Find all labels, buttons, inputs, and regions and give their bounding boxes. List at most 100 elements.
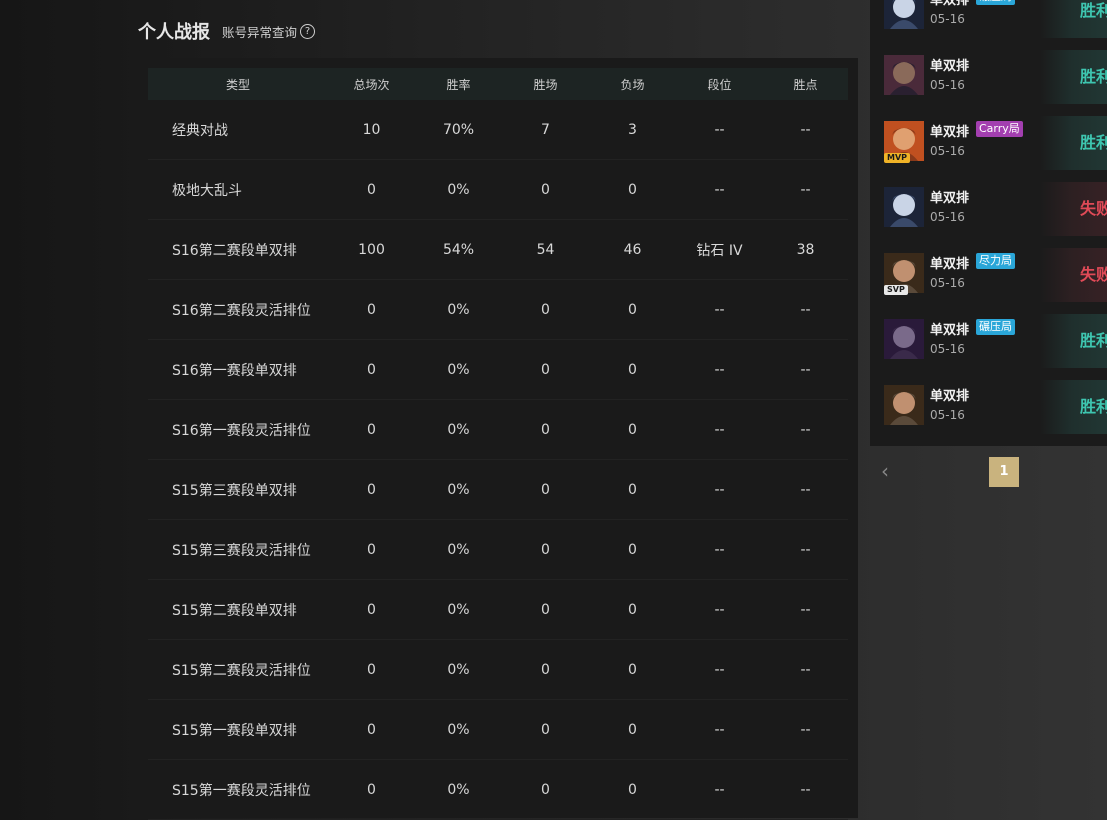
match-date: 05-16 <box>930 210 965 224</box>
table-cell: 0% <box>415 579 502 640</box>
row-type-label: S15第二赛段单双排 <box>148 579 328 640</box>
column-header: 类型 <box>225 77 250 92</box>
match-date: 05-16 <box>930 12 965 26</box>
table-cell: 0% <box>415 339 502 400</box>
table-cell: 7 <box>502 100 589 160</box>
row-type-label: S15第一赛段单双排 <box>148 699 328 760</box>
row-type-label: S15第三赛段灵活排位 <box>148 519 328 580</box>
table-cell: 0% <box>415 639 502 700</box>
table-cell: 0 <box>328 519 415 580</box>
result-win: 胜利 <box>1040 314 1107 368</box>
match-item[interactable]: 单双排 05-16 胜利 <box>870 46 1107 112</box>
match-mode: 单双排 <box>930 59 970 74</box>
table-body: 经典对战 10 70% 7 3 -- -- 极地大乱斗 0 0% 0 0 -- -- S16第二赛段单双排 1… <box>148 100 848 820</box>
table-cell: -- <box>763 699 848 760</box>
result-win: 胜利 <box>1040 380 1107 434</box>
table-cell: 0% <box>415 699 502 760</box>
page-button-current[interactable]: 1 <box>989 457 1019 487</box>
table-cell: -- <box>763 159 848 220</box>
table-cell: 70% <box>415 100 502 160</box>
table-row: S15第一赛段单双排 0 0% 0 0 -- -- <box>148 699 848 760</box>
table-cell: 0 <box>328 399 415 460</box>
column-header: 段位 <box>707 77 732 92</box>
table-cell: 0 <box>589 579 676 640</box>
chevron-left-icon: ‹ <box>881 459 889 483</box>
champion-avatar <box>884 385 924 425</box>
match-item[interactable]: MVP 单双排 Carry局 05-16 胜利 <box>870 112 1107 178</box>
table-cell: -- <box>763 279 848 340</box>
table-cell: 0 <box>502 759 589 820</box>
table-cell: -- <box>763 759 848 820</box>
match-item[interactable]: 单双排碾压局05-16胜利 <box>870 0 1107 46</box>
help-icon[interactable]: ? <box>300 23 316 39</box>
table-cell: 0 <box>328 699 415 760</box>
table-cell: -- <box>763 100 848 160</box>
table-cell: -- <box>676 100 763 160</box>
table-cell: 0 <box>328 159 415 220</box>
match-date: 05-16 <box>930 276 965 290</box>
result-win: 胜利 <box>1040 50 1107 104</box>
table-cell: 0% <box>415 159 502 220</box>
match-item[interactable]: 单双排 05-16 失败 <box>870 178 1107 244</box>
row-type-label: S16第二赛段灵活排位 <box>148 279 328 340</box>
table-cell: -- <box>676 759 763 820</box>
table-cell: 0% <box>415 399 502 460</box>
column-header: 总场次 <box>353 77 390 92</box>
result-win: 胜利 <box>1040 116 1107 170</box>
table-cell: -- <box>763 459 848 520</box>
table-cell: 0 <box>502 459 589 520</box>
match-item[interactable]: 单双排碾压局05-16胜利 <box>870 310 1107 376</box>
table-cell: -- <box>763 339 848 400</box>
match-mode: 单双排 <box>930 0 970 8</box>
table-cell: -- <box>676 279 763 340</box>
table-cell: 46 <box>589 219 676 280</box>
table-cell: 0 <box>502 699 589 760</box>
prev-page-button[interactable]: ‹ <box>870 457 900 487</box>
match-history-list: 单双排碾压局05-16胜利单双排05-16胜利MVP单双排Carry局05-16… <box>870 0 1107 446</box>
table-cell: 0% <box>415 519 502 580</box>
table-row: S16第一赛段单双排 0 0% 0 0 -- -- <box>148 339 848 400</box>
page-title: 个人战报 <box>138 22 210 43</box>
table-row: S16第二赛段灵活排位 0 0% 0 0 -- -- <box>148 279 848 340</box>
match-item[interactable]: SVP 单双排 尽力局 05-16 失败 <box>870 244 1107 310</box>
table-cell: 0% <box>415 759 502 820</box>
match-mode: 单双排 <box>930 323 970 338</box>
row-type-label: 极地大乱斗 <box>148 159 328 220</box>
account-anomaly-query-link[interactable]: 账号异常查询 ? <box>222 22 316 41</box>
table-cell: 0 <box>502 159 589 220</box>
champion-avatar <box>884 187 924 227</box>
table-cell: -- <box>763 399 848 460</box>
match-tag: 尽力局 <box>976 253 1015 269</box>
match-mode: 单双排 <box>930 125 970 140</box>
match-mode: 单双排 <box>930 191 970 206</box>
match-date: 05-16 <box>930 144 965 158</box>
table-cell: 0 <box>328 459 415 520</box>
champion-avatar <box>884 55 924 95</box>
table-cell: 0 <box>502 519 589 580</box>
table-cell: 0 <box>502 399 589 460</box>
table-cell: -- <box>676 399 763 460</box>
table-cell: -- <box>763 519 848 580</box>
table-row: 极地大乱斗 0 0% 0 0 -- -- <box>148 159 848 220</box>
table-cell: 54% <box>415 219 502 280</box>
table-cell: 0 <box>589 159 676 220</box>
table-cell: -- <box>676 579 763 640</box>
row-type-label: 经典对战 <box>148 100 328 160</box>
table-cell: 0 <box>589 339 676 400</box>
table-cell: 10 <box>328 100 415 160</box>
column-header: 胜点 <box>793 77 818 92</box>
row-type-label: S15第三赛段单双排 <box>148 459 328 520</box>
table-header-row: 类型 总场次 胜率 胜场 负场 段位 胜点 <box>148 68 848 100</box>
table-row: S15第一赛段灵活排位 0 0% 0 0 -- -- <box>148 759 848 820</box>
column-header: 胜率 <box>446 77 471 92</box>
table-cell: 0 <box>589 279 676 340</box>
table-cell: -- <box>676 159 763 220</box>
match-tag: 碾压局 <box>976 0 1015 5</box>
match-mode: 单双排 <box>930 257 970 272</box>
match-tag: 碾压局 <box>976 319 1015 335</box>
table-row: 经典对战 10 70% 7 3 -- -- <box>148 100 848 160</box>
match-item[interactable]: 单双排 05-16 胜利 <box>870 376 1107 442</box>
table-row: S15第二赛段单双排 0 0% 0 0 -- -- <box>148 579 848 640</box>
table-cell: 钻石 IV <box>676 219 763 280</box>
table-cell: 0% <box>415 459 502 520</box>
